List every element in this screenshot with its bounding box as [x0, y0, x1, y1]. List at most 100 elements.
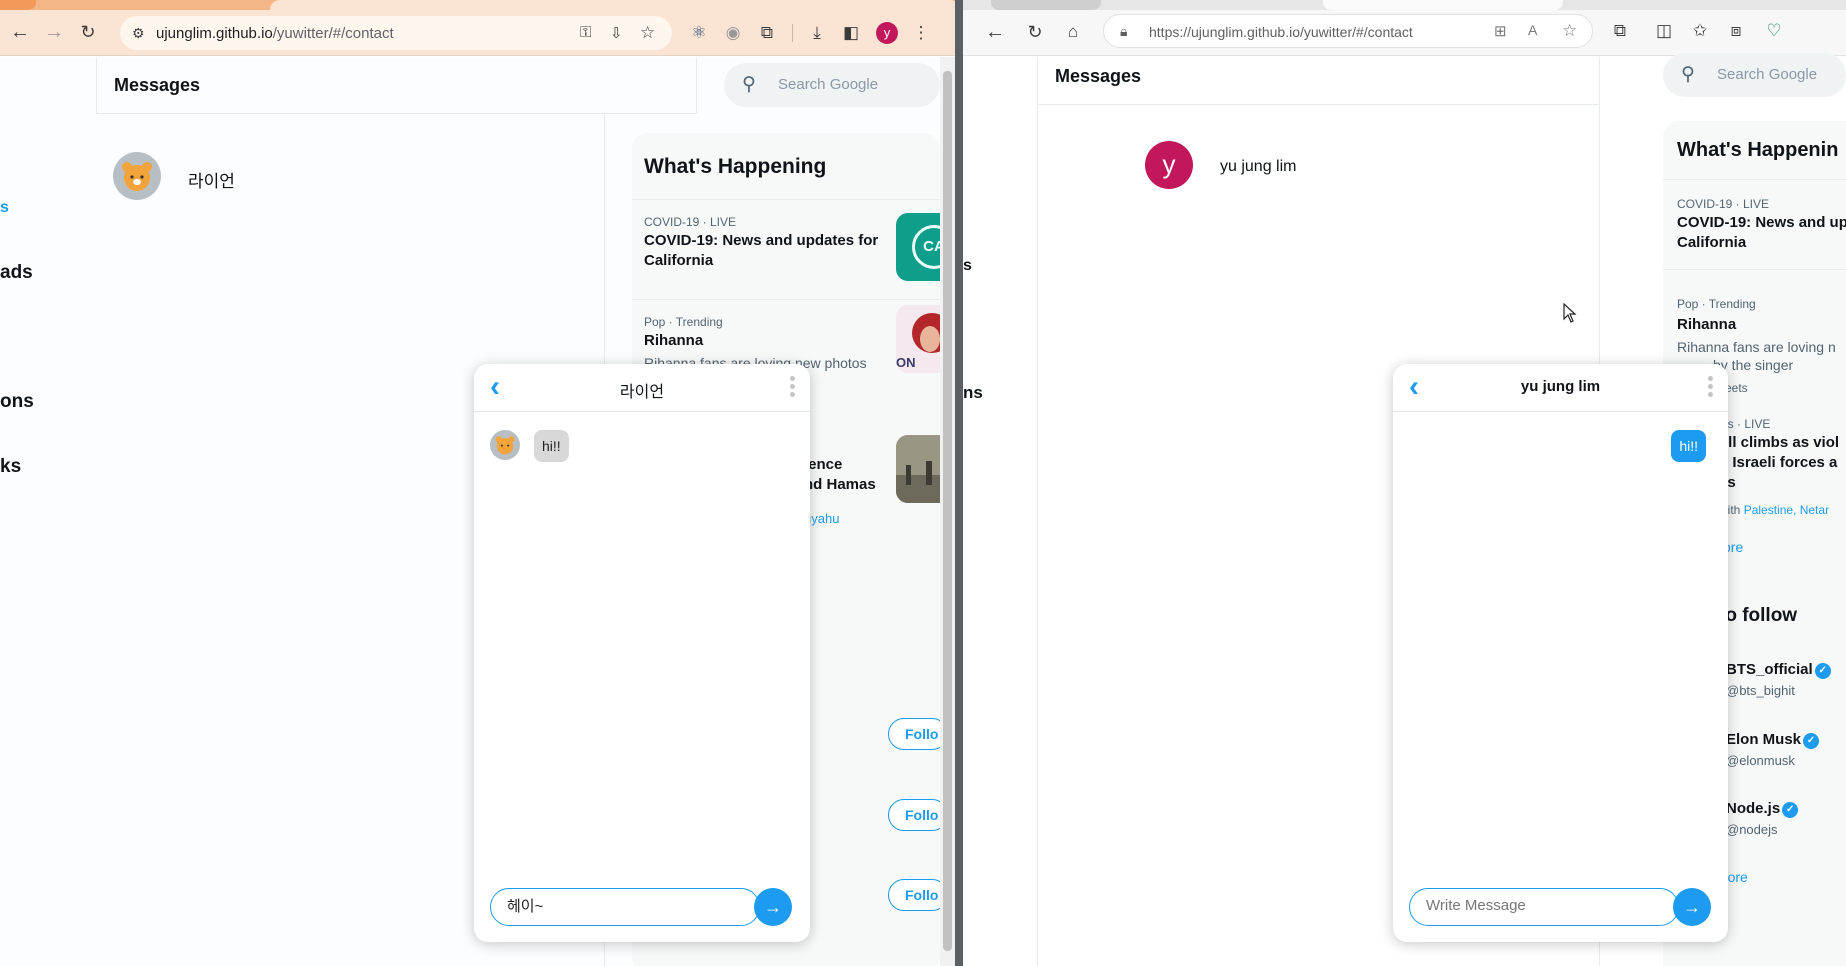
- address-bar-url[interactable]: https://ujunglim.github.io/yuwitter/#/co…: [1149, 24, 1413, 40]
- trends-title: What's Happenin: [1677, 139, 1839, 161]
- react-devtools-icon[interactable]: ⚛: [688, 22, 710, 44]
- split-screen-icon[interactable]: ◫: [1653, 20, 1675, 42]
- contact-avatar[interactable]: y: [1145, 141, 1193, 189]
- trend-tags: with Palestine, Netar: [1719, 503, 1829, 517]
- back-arrow-icon[interactable]: ←: [983, 20, 1007, 44]
- address-bar-url[interactable]: ujunglim.github.io/yuwitter/#/contact: [156, 25, 394, 42]
- side-panel-icon[interactable]: ◧: [840, 22, 862, 44]
- message-input-box[interactable]: [490, 888, 760, 926]
- chrome-tab-pinned[interactable]: [0, 0, 36, 10]
- browser-essentials-icon[interactable]: ♡: [1763, 20, 1785, 42]
- trend-subtitle: Rihanna fans are loving n: [1677, 339, 1836, 355]
- address-bar[interactable]: ⚙ ujunglim.github.io/yuwitter/#/contact …: [120, 16, 672, 50]
- contact-avatar[interactable]: [113, 152, 161, 200]
- trend-title[interactable]: COVID-19: News and updates for Californi…: [644, 231, 884, 271]
- edge-tab[interactable]: [1323, 0, 1563, 10]
- scrollbar-thumb[interactable]: [943, 71, 952, 951]
- contact-name[interactable]: yu jung lim: [1220, 158, 1296, 176]
- follow-name[interactable]: BTS_official ✓: [1726, 661, 1831, 679]
- trend-title[interactable]: COVID-19: News and up: [1677, 213, 1846, 233]
- collections-icon[interactable]: ⧈: [1725, 20, 1747, 42]
- url-path: /yuwitter/#/contact: [272, 25, 394, 42]
- message-bubble-received: hi!!: [534, 430, 569, 462]
- follow-name[interactable]: Node.js ✓: [1726, 800, 1799, 818]
- trend-divider: [632, 199, 940, 200]
- trend-tag-links[interactable]: Palestine, Netar: [1744, 503, 1829, 517]
- back-arrow-icon[interactable]: ←: [8, 20, 32, 44]
- chat-title: 라이언: [619, 384, 665, 401]
- edge-tab[interactable]: [991, 0, 1101, 10]
- downloads-icon[interactable]: ⤓: [806, 22, 828, 44]
- trends-title: What's Happening: [644, 155, 827, 178]
- trend-meta: COVID-19 · LIVE: [1677, 197, 1770, 211]
- trend-meta: COVID-19 · LIVE: [644, 215, 737, 229]
- reload-icon[interactable]: ↻: [76, 20, 100, 44]
- who-to-follow-title: to follow: [1719, 605, 1798, 626]
- lock-icon: 🔒︎: [1120, 23, 1128, 39]
- sidebar-item-fragment[interactable]: ns: [963, 383, 983, 403]
- right-browser-window: ← ↻ ⌂ 🔒︎ https://ujunglim.github.io/yuwi…: [963, 0, 1846, 966]
- edge-tab-strip: [963, 0, 1846, 10]
- install-app-icon[interactable]: ⇩: [610, 24, 623, 42]
- trend-meta: Pop · Trending: [1677, 297, 1756, 311]
- send-button[interactable]: →: [1673, 888, 1711, 926]
- trend-title[interactable]: Rihanna: [1677, 315, 1736, 335]
- page-scrollbar[interactable]: [940, 57, 955, 966]
- follow-button[interactable]: Follo: [888, 879, 948, 911]
- message-input[interactable]: [1426, 897, 1606, 914]
- trend-title[interactable]: nd Hamas: [804, 475, 876, 495]
- favorite-star-icon[interactable]: ☆: [1562, 21, 1577, 41]
- trend-title[interactable]: Rihanna: [644, 331, 703, 351]
- sidebar-item-fragment[interactable]: ads: [0, 262, 33, 284]
- verified-badge-icon: ✓: [1803, 733, 1820, 749]
- address-bar[interactable]: 🔒︎ https://ujunglim.github.io/yuwitter/#…: [1103, 14, 1593, 48]
- bookmark-star-icon[interactable]: ☆: [640, 23, 655, 43]
- camera-extension-icon[interactable]: ◉: [722, 22, 744, 44]
- verified-badge-icon: ✓: [1814, 663, 1831, 679]
- site-info-icon[interactable]: ⚙: [132, 25, 145, 42]
- more-options-icon[interactable]: [1708, 376, 1714, 400]
- search-bar[interactable]: ⚲ Search Google: [1663, 53, 1846, 97]
- search-icon: ⚲: [742, 74, 756, 95]
- follow-button[interactable]: Follo: [888, 718, 948, 750]
- sidebar-item-fragment[interactable]: ks: [0, 456, 21, 478]
- chrome-active-tab[interactable]: [270, 0, 960, 10]
- forward-arrow-icon[interactable]: →: [42, 20, 66, 44]
- favorites-icon[interactable]: ✩: [1689, 20, 1711, 42]
- read-aloud-icon[interactable]: A: [1528, 22, 1537, 38]
- sidebar-item-fragment[interactable]: ons: [0, 391, 34, 413]
- follow-name-text: Elon Musk: [1726, 731, 1802, 748]
- extensions-icon[interactable]: ⧉: [1609, 20, 1631, 42]
- trend-title[interactable]: oll climbs as viol: [1719, 433, 1839, 453]
- kebab-menu-icon[interactable]: ⋮: [910, 22, 932, 44]
- sidebar-item-fragment[interactable]: s: [0, 199, 9, 217]
- message-input[interactable]: [507, 897, 687, 914]
- trend-title[interactable]: California: [1677, 233, 1746, 253]
- follow-handle: @bts_bighit: [1726, 683, 1795, 698]
- trend-title[interactable]: n Israeli forces a: [1719, 453, 1837, 473]
- left-browser-window: ← → ↻ ⚙ ujunglim.github.io/yuwitter/#/co…: [0, 0, 960, 966]
- sidebar-item-fragment[interactable]: s: [963, 257, 972, 275]
- home-icon[interactable]: ⌂: [1061, 20, 1085, 44]
- follow-name-text: Node.js: [1726, 800, 1781, 817]
- password-key-icon[interactable]: ⚿: [580, 24, 591, 41]
- follow-button[interactable]: Follo: [888, 799, 948, 831]
- chrome-tab-strip: [0, 0, 960, 10]
- reload-icon[interactable]: ↻: [1023, 20, 1047, 44]
- chat-title: yu jung lim: [1520, 378, 1601, 395]
- search-icon: ⚲: [1681, 64, 1695, 85]
- edge-toolbar: ← ↻ ⌂ 🔒︎ https://ujunglim.github.io/yuwi…: [963, 10, 1846, 56]
- column-divider: [96, 57, 97, 113]
- message-input-box[interactable]: [1409, 888, 1679, 926]
- extensions-puzzle-icon[interactable]: ⧉: [756, 22, 778, 44]
- follow-name-text: BTS_official: [1726, 661, 1813, 678]
- send-button[interactable]: →: [754, 888, 792, 926]
- follow-name[interactable]: Elon Musk ✓: [1726, 731, 1820, 749]
- window-split-divider[interactable]: [955, 0, 963, 966]
- app-available-icon[interactable]: ⊞: [1494, 22, 1507, 40]
- search-bar[interactable]: ⚲ Search Google: [724, 63, 940, 107]
- verified-badge-icon: ✓: [1782, 802, 1799, 818]
- profile-avatar[interactable]: y: [876, 22, 898, 44]
- contact-name[interactable]: 라이언: [188, 167, 235, 192]
- more-options-icon[interactable]: [790, 376, 796, 400]
